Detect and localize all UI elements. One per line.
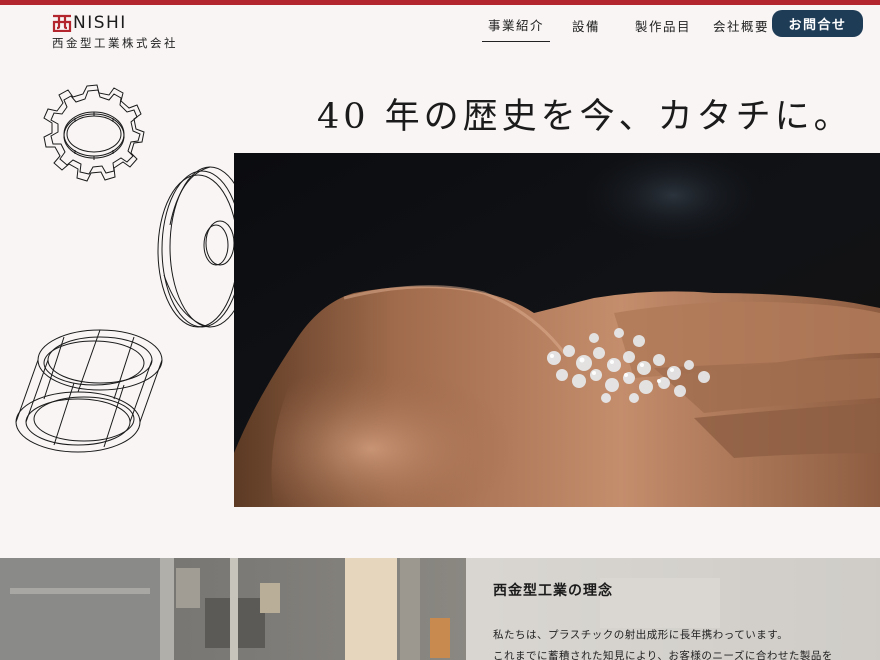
- nav-item-company[interactable]: 会社概要: [707, 14, 775, 42]
- nav-item-equipment[interactable]: 設備: [566, 14, 606, 42]
- hero-headline: 40 年の歴史を今、カタチに。: [317, 97, 853, 137]
- brand-logo[interactable]: NISHI 西金型工業株式会社: [52, 13, 178, 51]
- philosophy-line-2: これまでに蓄積された知見により、お客様のニーズに合わせた製品を: [493, 650, 833, 660]
- nav-item-business[interactable]: 事業紹介: [482, 13, 551, 42]
- company-name: 西金型工業株式会社: [52, 36, 178, 50]
- philosophy-text: 西金型工業の理念 私たちは、プラスチックの射出成形に長年携わっています。 これま…: [493, 580, 833, 660]
- gear-wireframe-illustration: [43, 84, 145, 182]
- main-nav: 事業紹介 設備 製作品目 会社概要: [482, 13, 775, 42]
- brand-mark-icon: [52, 14, 72, 32]
- hero-photo-hand-pellets: [234, 153, 880, 507]
- philosophy-section: 西金型工業の理念 私たちは、プラスチックの射出成形に長年携わっています。 これま…: [0, 558, 880, 660]
- nav-item-products[interactable]: 製作品目: [629, 14, 697, 42]
- top-accent-bar: [0, 0, 880, 5]
- disc-wireframe-illustration: [157, 166, 240, 328]
- ring-wireframe-illustration: [15, 329, 163, 453]
- philosophy-line-1: 私たちは、プラスチックの射出成形に長年携わっています。: [493, 629, 789, 641]
- philosophy-title: 西金型工業の理念: [493, 583, 613, 599]
- brand-name: NISHI: [73, 13, 127, 33]
- contact-button[interactable]: お問合せ: [772, 10, 863, 37]
